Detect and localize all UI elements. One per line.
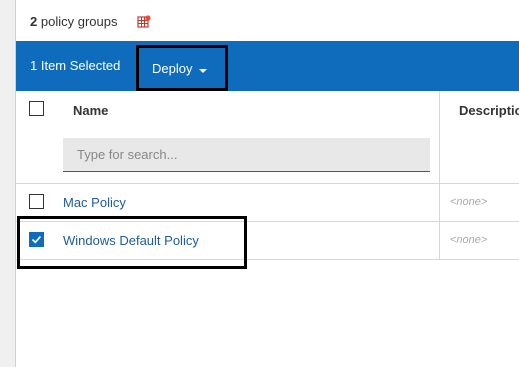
table-header: Name Description [16, 91, 519, 184]
count-label: policy groups [40, 14, 118, 29]
count-number: 2 [30, 14, 38, 29]
policy-groups-panel: 2 policy groups 1 Item Selected Deploy N… [15, 0, 519, 367]
policy-description: <none> [450, 234, 488, 246]
table-row: Windows Default Policy <none> [16, 221, 519, 260]
table-row: Mac Policy <none> [16, 183, 519, 222]
deploy-button[interactable]: Deploy [136, 45, 228, 91]
policy-name-link[interactable]: Windows Default Policy [63, 233, 199, 248]
chevron-down-icon [199, 69, 207, 73]
selected-count-text: 1 Item Selected [30, 58, 121, 73]
policy-group-count: 2 policy groups [30, 14, 117, 29]
deploy-label: Deploy [152, 61, 193, 76]
selection-action-bar: 1 Item Selected Deploy [16, 41, 519, 91]
column-header-name[interactable]: Name [73, 103, 108, 118]
select-all-checkbox[interactable] [29, 101, 44, 116]
top-bar: 2 policy groups [16, 0, 519, 42]
checkmark-icon [31, 235, 42, 244]
grid-settings-icon[interactable] [137, 15, 151, 29]
row-checkbox[interactable] [29, 194, 44, 209]
row-checkbox[interactable] [29, 232, 44, 247]
search-input[interactable] [63, 138, 430, 172]
column-header-description[interactable]: Description [459, 103, 519, 118]
policy-description: <none> [450, 196, 488, 208]
policy-name-link[interactable]: Mac Policy [63, 195, 126, 210]
